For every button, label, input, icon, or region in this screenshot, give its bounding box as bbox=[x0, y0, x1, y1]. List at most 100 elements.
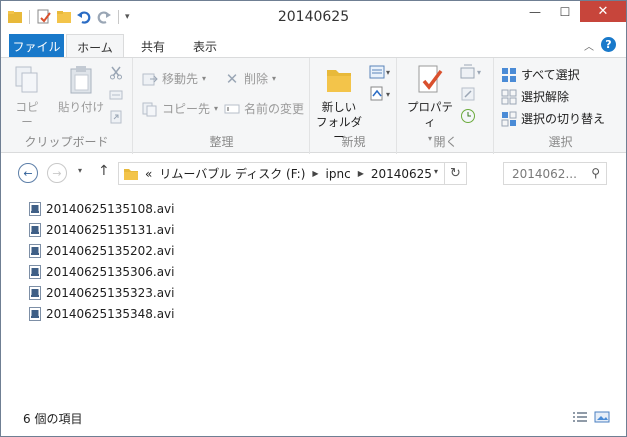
address-dropdown-icon[interactable]: ▾ bbox=[434, 167, 438, 176]
address-bar[interactable]: « リムーバブル ディスク (F:) ▶ ipnc ▶ 20140625 ▾ ↻ bbox=[118, 162, 467, 185]
window-controls: — ☐ ✕ bbox=[520, 1, 626, 22]
properties-icon bbox=[418, 65, 443, 93]
list-item[interactable]: 20140625135323.avi bbox=[29, 284, 175, 302]
status-bar: 6 個の項目 bbox=[1, 406, 626, 436]
select-group-label: 選択 bbox=[548, 135, 573, 149]
easy-access-icon[interactable] bbox=[369, 86, 385, 102]
new-group: 新しい フォルダー ▾ ▾ 新規 bbox=[311, 58, 397, 154]
large-icons-view-icon[interactable] bbox=[594, 411, 610, 423]
forward-button[interactable]: → bbox=[47, 163, 67, 183]
file-name: 20140625135108.avi bbox=[46, 202, 175, 216]
history-icon[interactable] bbox=[460, 108, 476, 124]
properties-label: プロパティ bbox=[407, 100, 453, 129]
new-group-label: 新規 bbox=[341, 135, 366, 149]
new-item-dropdown[interactable]: ▾ bbox=[386, 68, 390, 77]
copy-path-icon[interactable] bbox=[109, 88, 123, 102]
view-switcher bbox=[572, 411, 610, 423]
invert-selection-label: 選択の切り替え bbox=[521, 112, 606, 126]
select-all-label: すべて選択 bbox=[521, 68, 580, 82]
copy-to-label: コピー先 bbox=[162, 102, 211, 116]
back-button[interactable]: ← bbox=[18, 163, 38, 183]
breadcrumb-current[interactable]: 20140625 bbox=[371, 167, 432, 181]
list-item[interactable]: 20140625135348.avi bbox=[29, 305, 175, 323]
file-name: 20140625135202.avi bbox=[46, 244, 175, 258]
navigation-bar: ← → ▾ ↑ « リムーバブル ディスク (F:) ▶ ipnc ▶ 2014… bbox=[1, 154, 626, 192]
paste-label: 貼り付け bbox=[58, 100, 104, 114]
copy-to-button[interactable]: コピー先 ▾ bbox=[142, 100, 218, 117]
file-list: 20140625135108.avi 20140625135131.avi 20… bbox=[1, 192, 626, 402]
delete-label: 削除 bbox=[244, 72, 269, 86]
invert-selection-icon bbox=[501, 111, 517, 126]
new-folder-label-line1: 新しい bbox=[321, 100, 357, 114]
maximize-button[interactable]: ☐ bbox=[550, 1, 580, 22]
list-item[interactable]: 20140625135108.avi bbox=[29, 200, 175, 218]
file-name: 20140625135131.avi bbox=[46, 223, 175, 237]
collapse-ribbon-icon[interactable]: ︿ bbox=[584, 38, 594, 53]
ribbon: コピー 貼り付け クリップボード 移動先 ▾ ✕ 削除 ▾ コピー先 ▾ 名前の… bbox=[1, 57, 626, 154]
move-to-button[interactable]: 移動先 ▾ bbox=[142, 70, 206, 87]
select-group: すべて選択 選択解除 選択の切り替え 選択 bbox=[495, 58, 626, 154]
select-none-label: 選択解除 bbox=[521, 90, 570, 104]
close-button[interactable]: ✕ bbox=[580, 1, 626, 22]
video-file-icon bbox=[29, 286, 41, 300]
list-item[interactable]: 20140625135306.avi bbox=[29, 263, 175, 281]
search-input[interactable]: 2014062... ⚲ bbox=[503, 162, 607, 185]
easy-access-dropdown[interactable]: ▾ bbox=[386, 90, 390, 99]
breadcrumb-ipnc[interactable]: ipnc bbox=[326, 167, 351, 181]
video-file-icon bbox=[29, 307, 41, 321]
select-none-button[interactable]: 選択解除 bbox=[501, 88, 569, 105]
chevron-right-icon[interactable]: ▶ bbox=[358, 169, 364, 178]
list-item[interactable]: 20140625135202.avi bbox=[29, 242, 175, 260]
tab-view[interactable]: 表示 bbox=[183, 34, 227, 57]
copy-label: コピー bbox=[15, 100, 39, 129]
ribbon-tabs: ファイル ホーム 共有 表示 ︿ ? bbox=[1, 32, 626, 57]
tab-home[interactable]: ホーム bbox=[66, 34, 124, 57]
file-name: 20140625135306.avi bbox=[46, 265, 175, 279]
search-icon[interactable]: ⚲ bbox=[591, 166, 600, 180]
open-group-label: 開く bbox=[433, 135, 458, 149]
explorer-window: ▾ 20140625 — ☐ ✕ ファイル ホーム 共有 表示 ︿ ? コピー … bbox=[0, 0, 627, 437]
organize-group-label: 整理 bbox=[209, 135, 234, 149]
delete-icon: ✕ bbox=[225, 69, 239, 88]
new-folder-icon bbox=[327, 70, 351, 92]
new-item-icon[interactable] bbox=[369, 64, 385, 80]
recent-locations-icon[interactable]: ▾ bbox=[78, 166, 82, 175]
tab-share[interactable]: 共有 bbox=[131, 34, 175, 57]
search-placeholder: 2014062... bbox=[512, 167, 577, 181]
select-all-button[interactable]: すべて選択 bbox=[501, 66, 580, 83]
copy-button[interactable]: コピー bbox=[11, 64, 43, 130]
file-name: 20140625135323.avi bbox=[46, 286, 175, 300]
rename-icon bbox=[224, 104, 240, 113]
breadcrumb-drive[interactable]: リムーバブル ディスク (F:) bbox=[159, 165, 305, 182]
move-to-label: 移動先 bbox=[162, 72, 199, 86]
paste-shortcut-icon[interactable] bbox=[109, 110, 123, 124]
item-count: 6 個の項目 bbox=[23, 412, 83, 426]
select-all-icon bbox=[502, 67, 516, 82]
clipboard-group-label: クリップボード bbox=[24, 135, 109, 149]
cut-icon[interactable] bbox=[109, 66, 123, 80]
list-item[interactable]: 20140625135131.avi bbox=[29, 221, 175, 239]
edit-icon[interactable] bbox=[460, 86, 476, 102]
chevron-right-icon[interactable]: ▶ bbox=[312, 169, 318, 178]
copy-icon bbox=[15, 66, 38, 93]
help-icon[interactable]: ? bbox=[601, 37, 616, 52]
refresh-icon[interactable]: ↻ bbox=[444, 163, 466, 184]
up-button[interactable]: ↑ bbox=[98, 163, 110, 179]
video-file-icon bbox=[29, 223, 41, 237]
breadcrumb-overflow[interactable]: « bbox=[145, 167, 152, 181]
minimize-button[interactable]: — bbox=[520, 1, 550, 22]
open-group: プロパティ ▾ ▾ 開く bbox=[398, 58, 494, 154]
delete-button[interactable]: ✕ 削除 ▾ bbox=[224, 70, 276, 87]
tab-file[interactable]: ファイル bbox=[9, 34, 64, 57]
video-file-icon bbox=[29, 265, 41, 279]
select-none-icon bbox=[501, 89, 517, 104]
paste-button[interactable]: 貼り付け bbox=[57, 64, 105, 115]
details-view-icon[interactable] bbox=[572, 411, 588, 423]
invert-selection-button[interactable]: 選択の切り替え bbox=[501, 110, 605, 127]
move-to-icon bbox=[142, 73, 158, 85]
title-bar: ▾ 20140625 — ☐ ✕ bbox=[1, 1, 626, 32]
open-icon[interactable] bbox=[460, 64, 476, 80]
rename-button[interactable]: 名前の変更 bbox=[224, 100, 304, 117]
organize-group: 移動先 ▾ ✕ 削除 ▾ コピー先 ▾ 名前の変更 整理 bbox=[134, 58, 310, 154]
open-dropdown[interactable]: ▾ bbox=[477, 68, 481, 77]
